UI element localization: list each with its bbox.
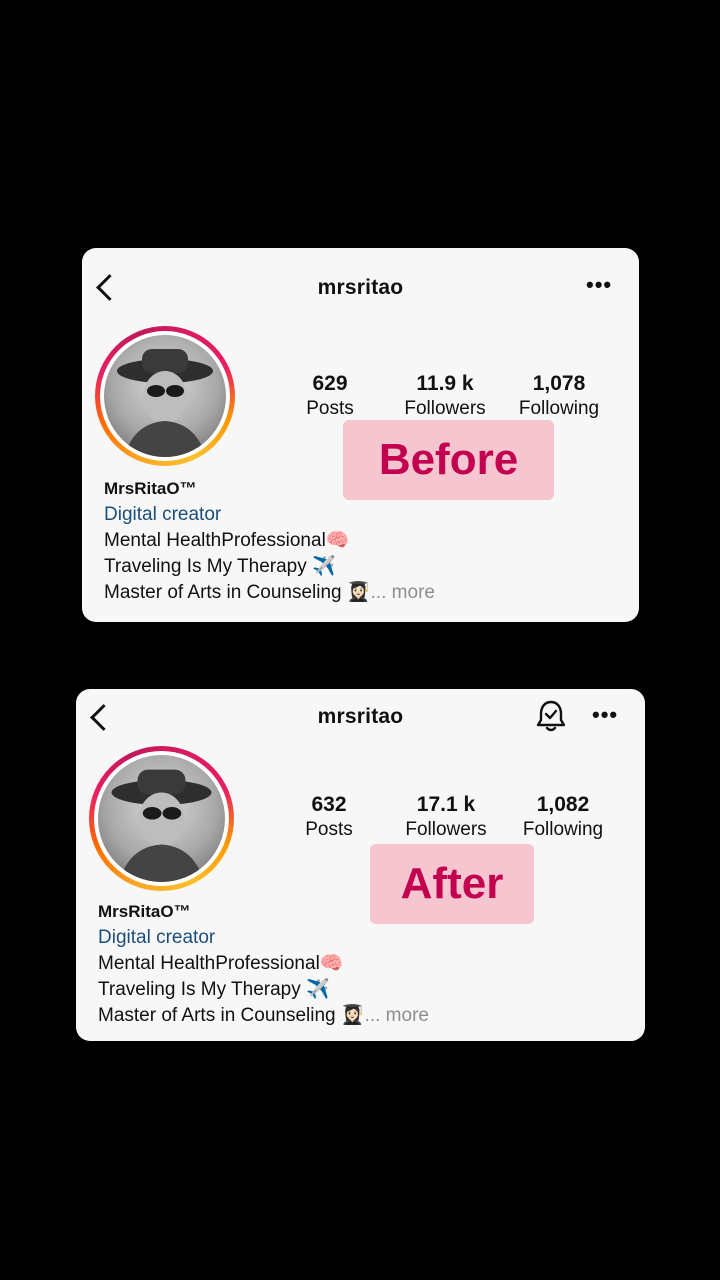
profile-card-before: mrsritao ••• 629 Posts 11.9 k Followers … bbox=[82, 248, 639, 622]
followers-label: Followers bbox=[405, 819, 487, 840]
followers-count: 11.9 k bbox=[416, 372, 474, 395]
stat-posts[interactable]: 629 Posts bbox=[280, 372, 380, 420]
profile-card-after: mrsritao ••• 632 Posts 17.1 k Followers bbox=[76, 689, 645, 1041]
more-link[interactable]: ... more bbox=[365, 1005, 429, 1026]
bio-line-last: Master of Arts in Counseling 👩🏻‍🎓... mor… bbox=[98, 1003, 429, 1029]
posts-label: Posts bbox=[306, 398, 354, 419]
category-label[interactable]: Digital creator bbox=[104, 502, 435, 528]
followers-count: 17.1 k bbox=[416, 793, 476, 816]
profile-username: mrsritao bbox=[317, 276, 404, 299]
more-options-icon[interactable]: ••• bbox=[592, 704, 618, 726]
more-link[interactable]: ... more bbox=[371, 582, 435, 603]
stat-following[interactable]: 1,078 Following bbox=[509, 372, 609, 420]
bio-line-last: Master of Arts in Counseling 👩🏻‍🎓... mor… bbox=[104, 580, 435, 606]
profile-bio: MrsRitaO™ Digital creator Mental HealthP… bbox=[104, 476, 435, 606]
bio-line: Traveling Is My Therapy ✈️ bbox=[98, 979, 330, 1000]
following-label: Following bbox=[518, 398, 600, 419]
bio-line: Master of Arts in Counseling 👩🏻‍🎓 bbox=[104, 582, 371, 603]
following-count: 1,078 bbox=[532, 372, 586, 395]
bio-line: Traveling Is My Therapy ✈️ bbox=[104, 556, 336, 577]
stat-following[interactable]: 1,082 Following bbox=[513, 793, 613, 841]
stat-followers[interactable]: 11.9 k Followers bbox=[395, 372, 495, 420]
stat-posts[interactable]: 632 Posts bbox=[279, 793, 379, 841]
following-count: 1,082 bbox=[536, 793, 590, 816]
profile-photo bbox=[104, 335, 226, 457]
display-name: MrsRitaO™ bbox=[104, 479, 197, 498]
profile-bio: MrsRitaO™ Digital creator Mental HealthP… bbox=[98, 899, 429, 1029]
following-label: Following bbox=[522, 819, 604, 840]
more-options-icon[interactable]: ••• bbox=[586, 274, 612, 296]
posts-label: Posts bbox=[305, 819, 353, 840]
avatar[interactable] bbox=[89, 746, 234, 891]
category-label[interactable]: Digital creator bbox=[98, 925, 429, 951]
posts-count: 632 bbox=[311, 793, 347, 816]
bio-line: Mental HealthProfessional🧠 bbox=[104, 530, 350, 551]
posts-count: 629 bbox=[312, 372, 348, 395]
stat-followers[interactable]: 17.1 k Followers bbox=[396, 793, 496, 841]
followers-label: Followers bbox=[404, 398, 486, 419]
notification-bell-icon[interactable] bbox=[536, 699, 566, 738]
display-name: MrsRitaO™ bbox=[98, 902, 191, 921]
bio-line: Mental HealthProfessional🧠 bbox=[98, 953, 344, 974]
bio-line: Master of Arts in Counseling 👩🏻‍🎓 bbox=[98, 1005, 365, 1026]
profile-photo bbox=[98, 755, 225, 882]
avatar[interactable] bbox=[95, 326, 235, 466]
